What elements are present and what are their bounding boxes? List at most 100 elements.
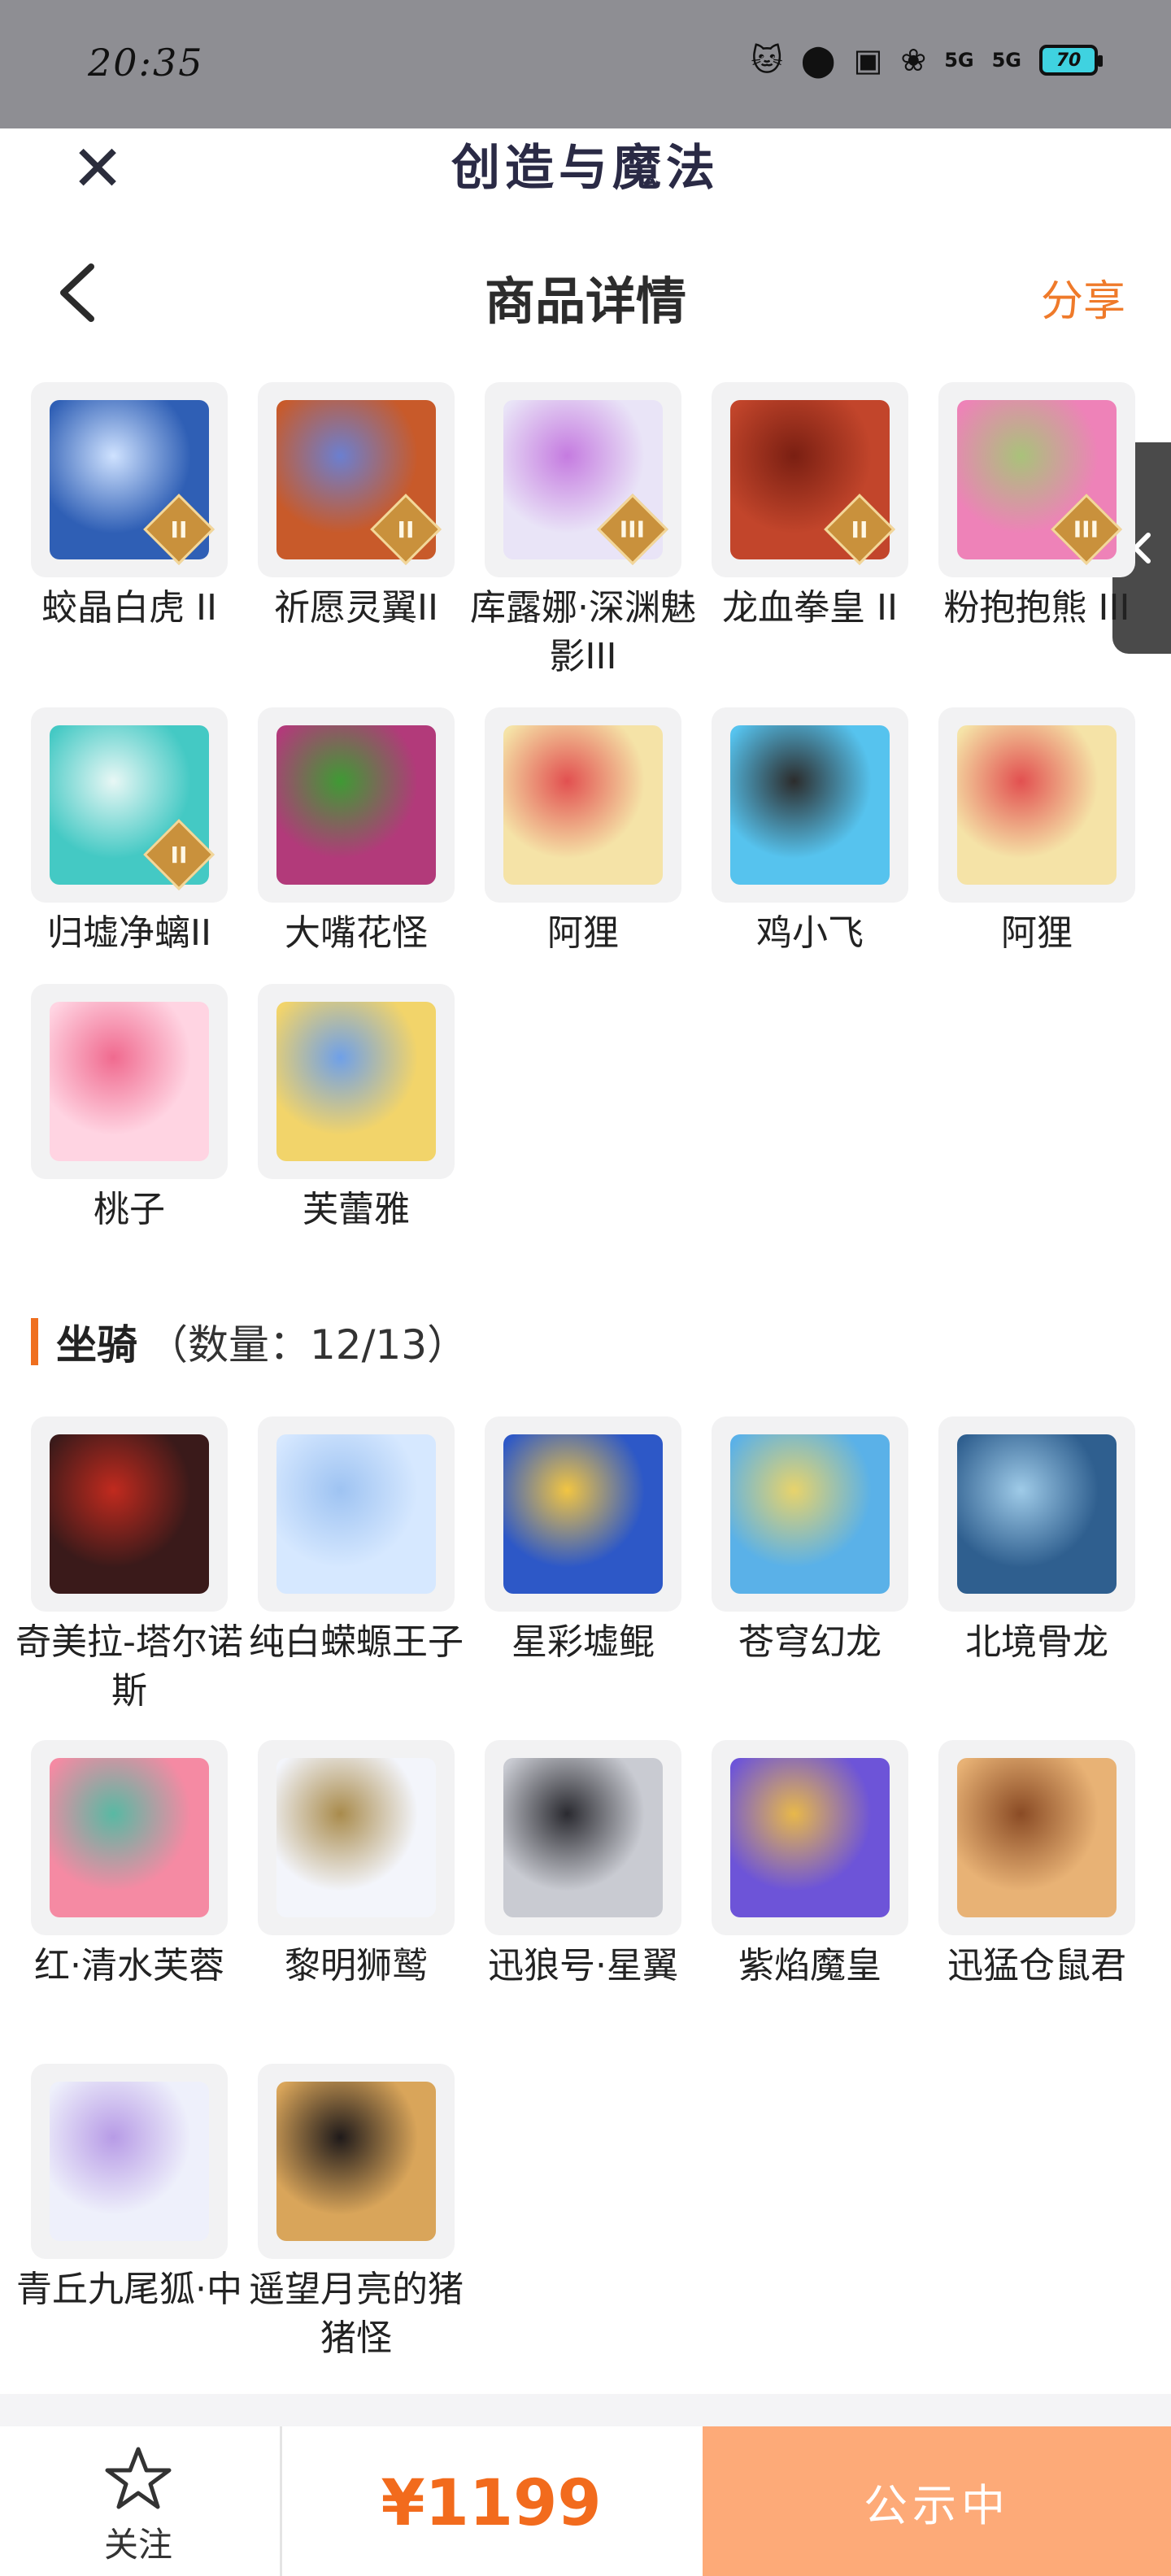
item-thumbnail: II [712, 382, 908, 577]
paw-icon: ❀ [900, 42, 927, 78]
item-image [730, 1758, 890, 1917]
mount-card[interactable]: 奇美拉-塔尔诺斯 [15, 1416, 243, 1716]
item-name: 北境骨龙 [965, 1621, 1108, 1663]
item-image [957, 725, 1117, 885]
pet-card[interactable]: 阿狸 [938, 707, 1135, 958]
item-image: III [503, 400, 668, 565]
pet-card[interactable]: II 祈愿灵翼II [258, 382, 455, 633]
item-thumbnail [712, 1416, 908, 1612]
pet-card[interactable]: 鸡小飞 [712, 707, 908, 958]
tier-badge-label: II [170, 841, 188, 868]
tier-badge-label: II [170, 516, 188, 543]
item-name: 祈愿灵翼II [274, 587, 438, 629]
tier-badge: II [370, 494, 442, 565]
item-image [276, 2082, 436, 2241]
item-thumbnail [938, 707, 1135, 903]
pet-card[interactable]: III 库露娜·深渊魅影III [470, 382, 696, 681]
price: ¥1199 [381, 2467, 602, 2540]
location-icon: ⬤ [800, 42, 836, 78]
app-title-bar: ✕ 创造与魔法 [0, 128, 1171, 218]
item-name: 蛟晶白虎 II [41, 587, 217, 629]
mount-card[interactable]: 迅猛仓鼠君 [938, 1740, 1135, 1991]
item-image: II [50, 400, 215, 565]
item-name: 库露娜·深渊魅影III [470, 587, 696, 677]
item-image [503, 1758, 663, 1917]
item-name: 黎明狮鹫 [285, 1945, 428, 1986]
mounts-section-header: 坐骑 （数量：12/13） [31, 1309, 468, 1374]
status-button[interactable]: 公示中 [703, 2426, 1171, 2576]
signal-icon: 5G [944, 49, 974, 72]
item-image: II [730, 400, 895, 565]
item-image [957, 1758, 1117, 1917]
item-name: 鸡小飞 [756, 912, 864, 954]
item-thumbnail [258, 707, 455, 903]
item-image: II [276, 400, 442, 565]
item-thumbnail: III [485, 382, 681, 577]
item-name: 纯白蝾螈王子 [249, 1621, 464, 1663]
follow-button[interactable]: 关注 [73, 2446, 203, 2567]
item-image [50, 1758, 209, 1917]
mount-card[interactable]: 纯白蝾螈王子 [249, 1416, 464, 1667]
pet-card[interactable]: 芙蕾雅 [258, 984, 455, 1234]
mount-card[interactable]: 北境骨龙 [938, 1416, 1135, 1667]
cat-icon: 🐱 [751, 42, 783, 78]
item-thumbnail: II [258, 382, 455, 577]
section-title: 坐骑 [56, 1321, 137, 1368]
pet-card[interactable]: 桃子 [31, 984, 228, 1234]
item-thumbnail [31, 984, 228, 1179]
mount-card[interactable]: 青丘九尾狐·中 [16, 2064, 242, 2314]
divider [0, 2394, 1171, 2426]
item-name: 青丘九尾狐·中 [16, 2269, 242, 2310]
item-name: 粉抱抱熊 III [943, 587, 1130, 629]
tier-badge: II [143, 494, 215, 565]
item-image [503, 1434, 663, 1594]
item-image: II [50, 725, 215, 890]
item-image [50, 2082, 209, 2241]
pet-card[interactable]: II 龙血拳皇 II [712, 382, 908, 633]
item-thumbnail: III [938, 382, 1135, 577]
pet-card[interactable]: II 蛟晶白虎 II [31, 382, 228, 633]
mount-card[interactable]: 遥望月亮的猪猪怪 [249, 2064, 464, 2363]
tier-badge-label: III [620, 516, 646, 543]
item-thumbnail [485, 707, 681, 903]
mount-card[interactable]: 迅狼号·星翼 [485, 1740, 681, 1991]
app-title: 创造与魔法 [451, 140, 720, 197]
item-name: 迅猛仓鼠君 [947, 1945, 1126, 1986]
item-image [276, 1002, 436, 1161]
item-thumbnail [938, 1416, 1135, 1612]
pet-card[interactable]: 大嘴花怪 [258, 707, 455, 958]
mount-card[interactable]: 黎明狮鹫 [258, 1740, 455, 1991]
item-thumbnail [258, 1416, 455, 1612]
mount-card[interactable]: 红·清水芙蓉 [31, 1740, 228, 1991]
status-icons: 🐱 ⬤ ▣ ❀ 5G 5G 70 [751, 42, 1103, 78]
mount-card[interactable]: 星彩墟鲲 [485, 1416, 681, 1667]
pet-card[interactable]: II 归墟净螭II [31, 707, 228, 958]
item-name: 阿狸 [1001, 912, 1073, 954]
item-thumbnail [31, 2064, 228, 2259]
item-thumbnail: II [31, 707, 228, 903]
pet-card[interactable]: 阿狸 [485, 707, 681, 958]
pet-card[interactable]: III 粉抱抱熊 III [938, 382, 1135, 633]
tier-badge: II [824, 494, 895, 565]
item-image [957, 1434, 1117, 1594]
item-thumbnail [485, 1740, 681, 1935]
item-name: 星彩墟鲲 [511, 1621, 655, 1663]
status-bar: 20:35 🐱 ⬤ ▣ ❀ 5G 5G 70 [0, 0, 1171, 128]
mount-card[interactable]: 苍穹幻龙 [712, 1416, 908, 1667]
item-thumbnail: II [31, 382, 228, 577]
item-name: 龙血拳皇 II [722, 587, 898, 629]
share-button[interactable]: 分享 [1041, 267, 1125, 328]
item-image [730, 725, 890, 885]
tier-badge-label: III [1073, 516, 1099, 543]
item-image [276, 725, 436, 885]
battery-icon: 70 [1039, 45, 1103, 76]
item-thumbnail [258, 1740, 455, 1935]
item-thumbnail [258, 984, 455, 1179]
item-name: 芙蕾雅 [303, 1189, 410, 1230]
item-name: 归墟净螭II [47, 912, 211, 954]
mount-card[interactable]: 紫焰魔皇 [712, 1740, 908, 1991]
item-image: III [957, 400, 1122, 565]
hd-icon: ▣ [853, 42, 883, 78]
star-icon [105, 2447, 172, 2509]
item-name: 阿狸 [547, 912, 619, 954]
